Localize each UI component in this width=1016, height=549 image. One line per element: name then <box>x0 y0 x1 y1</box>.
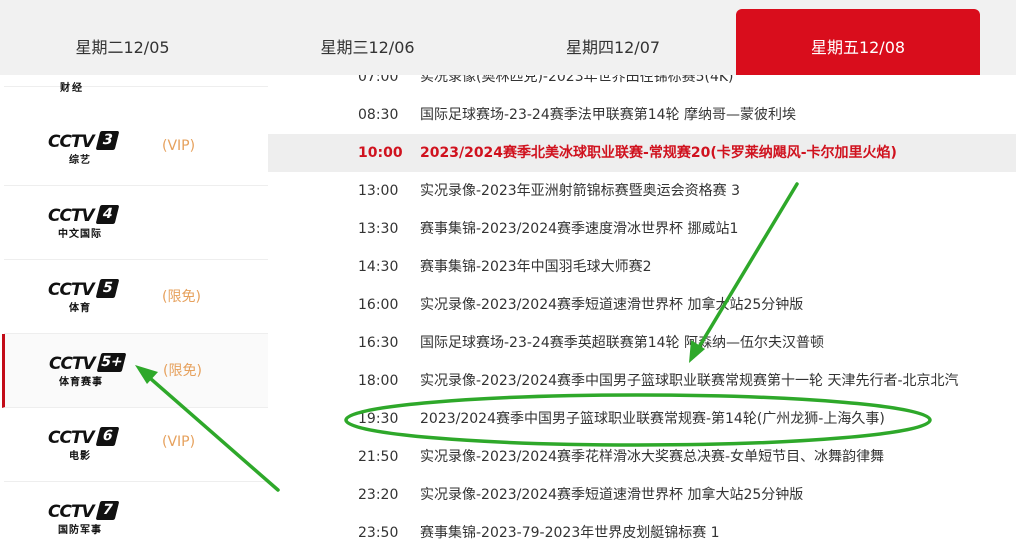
channel-item-cctv4[interactable]: CCTV 4 中文国际 <box>4 186 268 260</box>
cctv4-logo: CCTV 4 中文国际 <box>48 205 120 240</box>
date-tab-bar: 星期二12/05 星期三12/06 星期四12/07 星期五12/08 <box>0 0 1016 75</box>
program-row[interactable]: 16:00 实况录像-2023/2024赛季短道速滑世界杯 加拿大站25分钟版 <box>268 286 1016 324</box>
program-time: 13:30 <box>358 221 399 237</box>
program-title: 实况录像-2023年亚洲射箭锦标赛暨奥运会资格赛 3 <box>420 183 741 199</box>
program-time: 07:00 <box>358 75 399 85</box>
channel-list: 财经 CCTV 3 综艺 (VIP) CCTV 4 中文国际 CCTV 5 体育… <box>0 75 268 549</box>
program-time: 21:50 <box>358 449 399 465</box>
tab-thursday[interactable]: 星期四12/07 <box>490 0 736 75</box>
program-title: 国际足球赛场-23-24赛季法甲联赛第14轮 摩纳哥—蒙彼利埃 <box>420 107 796 123</box>
program-row[interactable]: 07:00 实况录像(奥林匹克)-2023年世界田径锦标赛5(4K) <box>268 75 1016 96</box>
cctv6-logo: CCTV 6 电影 <box>48 427 120 462</box>
tab-friday[interactable]: 星期五12/08 <box>736 9 980 75</box>
program-time: 23:50 <box>358 525 399 541</box>
tab-tuesday[interactable]: 星期二12/05 <box>0 0 245 75</box>
program-title: 赛事集锦-2023/2024赛季速度滑冰世界杯 挪威站1 <box>420 221 739 237</box>
tab-wednesday[interactable]: 星期三12/06 <box>245 0 490 75</box>
program-title: 实况录像-2023/2024赛季中国男子篮球职业联赛常规赛第十一轮 天津先行者-… <box>420 373 959 389</box>
program-title: 实况录像-2023/2024赛季短道速滑世界杯 加拿大站25分钟版 <box>420 487 804 503</box>
channel-subtitle: 财经 <box>60 83 84 94</box>
vip-badge: (VIP) <box>162 138 196 154</box>
program-time: 14:30 <box>358 259 399 275</box>
program-time: 08:30 <box>358 107 399 123</box>
program-title: 赛事集锦-2023-79-2023年世界皮划艇锦标赛 1 <box>420 525 720 541</box>
program-title: 2023/2024赛季中国男子篮球职业联赛常规赛-第14轮(广州龙狮-上海久事) <box>420 411 885 427</box>
cctv5plus-logo: CCTV 5+ 体育赛事 <box>49 353 127 388</box>
program-row[interactable]: 13:00 实况录像-2023年亚洲射箭锦标赛暨奥运会资格赛 3 <box>268 172 1016 210</box>
program-time: 16:30 <box>358 335 399 351</box>
program-row-highlighted[interactable]: 19:30 2023/2024赛季中国男子篮球职业联赛常规赛-第14轮(广州龙狮-… <box>268 400 1016 438</box>
program-row[interactable]: 23:50 赛事集锦-2023-79-2023年世界皮划艇锦标赛 1 <box>268 514 1016 549</box>
program-time: 23:20 <box>358 487 399 503</box>
program-time: 18:00 <box>358 373 399 389</box>
program-title: 国际足球赛场-23-24赛季英超联赛第14轮 阿森纳—伍尔夫汉普顿 <box>420 335 824 351</box>
program-time: 10:00 <box>358 145 403 161</box>
channel-item-cctv6[interactable]: CCTV 6 电影 (VIP) <box>4 408 268 482</box>
program-row[interactable]: 23:20 实况录像-2023/2024赛季短道速滑世界杯 加拿大站25分钟版 <box>268 476 1016 514</box>
free-badge: (限免) <box>162 289 201 305</box>
program-row-current[interactable]: 10:00 2023/2024赛季北美冰球职业联赛-常规赛20(卡罗莱纳飓风-卡尔… <box>268 134 1016 172</box>
channel-item-cctv5plus[interactable]: CCTV 5+ 体育赛事 (限免) <box>2 334 268 408</box>
program-row[interactable]: 16:30 国际足球赛场-23-24赛季英超联赛第14轮 阿森纳—伍尔夫汉普顿 <box>268 324 1016 362</box>
program-title: 2023/2024赛季北美冰球职业联赛-常规赛20(卡罗莱纳飓风-卡尔加里火焰) <box>420 145 897 161</box>
vip-badge: (VIP) <box>162 434 196 450</box>
program-title: 赛事集锦-2023年中国羽毛球大师赛2 <box>420 259 652 275</box>
program-row[interactable]: 13:30 赛事集锦-2023/2024赛季速度滑冰世界杯 挪威站1 <box>268 210 1016 248</box>
program-title: 实况录像(奥林匹克)-2023年世界田径锦标赛5(4K) <box>420 75 734 85</box>
channel-item-finance[interactable]: 财经 <box>4 75 268 94</box>
cctv5-logo: CCTV 5 体育 <box>48 279 120 314</box>
free-badge: (限免) <box>163 363 202 379</box>
program-time: 16:00 <box>358 297 399 313</box>
program-row[interactable]: 08:30 国际足球赛场-23-24赛季法甲联赛第14轮 摩纳哥—蒙彼利埃 <box>268 96 1016 134</box>
program-row[interactable]: 14:30 赛事集锦-2023年中国羽毛球大师赛2 <box>268 248 1016 286</box>
cctv7-logo: CCTV 7 国防军事 <box>48 501 120 536</box>
program-title: 实况录像-2023/2024赛季短道速滑世界杯 加拿大站25分钟版 <box>420 297 804 313</box>
program-row[interactable]: 18:00 实况录像-2023/2024赛季中国男子篮球职业联赛常规赛第十一轮 天… <box>268 362 1016 400</box>
program-title: 实况录像-2023/2024赛季花样滑冰大奖赛总决赛-女单短节目、冰舞韵律舞 <box>420 449 885 465</box>
program-schedule: 07:00 实况录像(奥林匹克)-2023年世界田径锦标赛5(4K) 08:30 国… <box>268 75 1016 549</box>
channel-item-cctv7[interactable]: CCTV 7 国防军事 <box>4 482 268 549</box>
cctv3-logo: CCTV 3 综艺 <box>48 131 120 166</box>
program-time: 19:30 <box>358 411 399 427</box>
program-time: 13:00 <box>358 183 399 199</box>
channel-item-cctv5[interactable]: CCTV 5 体育 (限免) <box>4 260 268 334</box>
program-row[interactable]: 21:50 实况录像-2023/2024赛季花样滑冰大奖赛总决赛-女单短节目、冰舞… <box>268 438 1016 476</box>
channel-item-cctv3[interactable]: CCTV 3 综艺 (VIP) <box>4 112 268 186</box>
